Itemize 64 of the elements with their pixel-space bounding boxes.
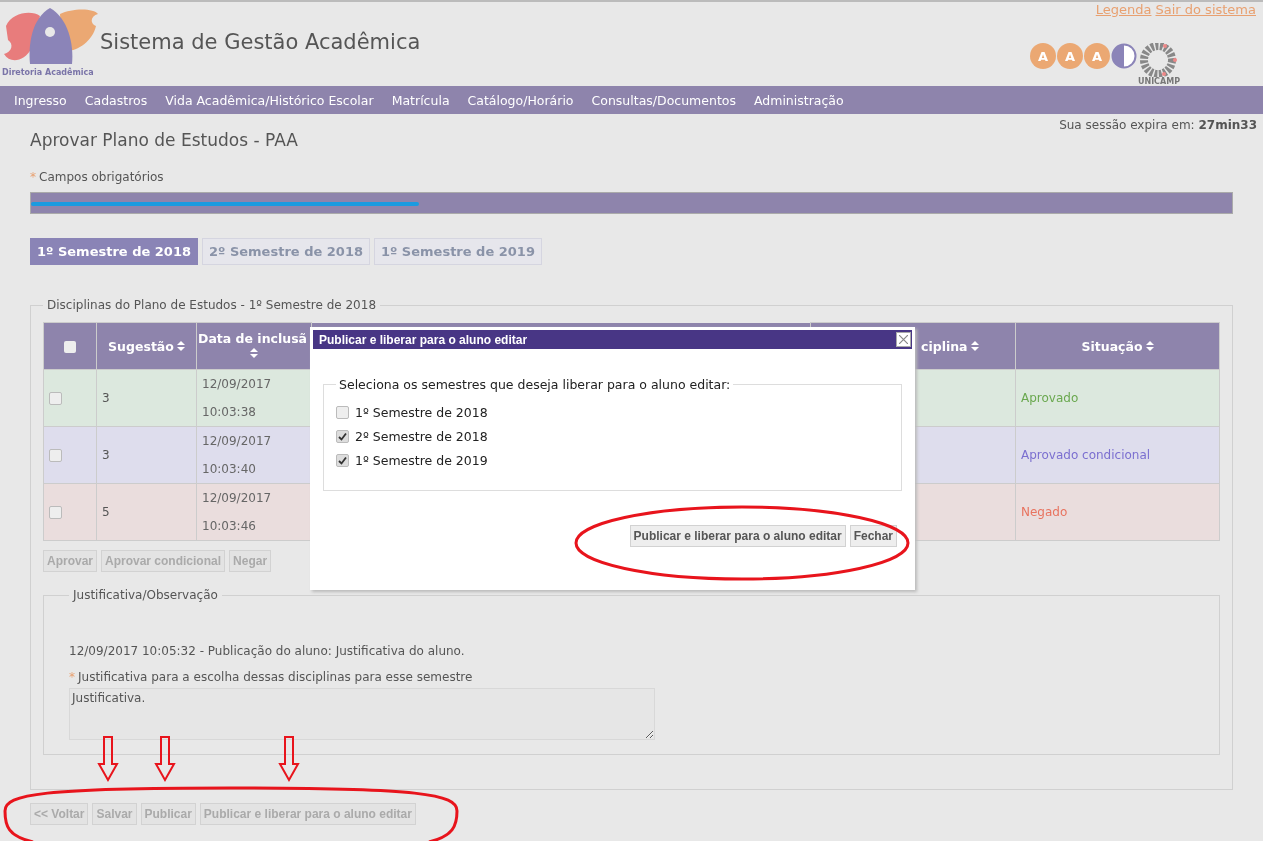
semester-checkbox[interactable] bbox=[336, 453, 349, 467]
sort-icon[interactable] bbox=[250, 348, 258, 358]
column-header[interactable]: ciplina bbox=[921, 338, 968, 354]
justification-textarea[interactable]: Justificativa. bbox=[69, 688, 655, 740]
logo-letter: A bbox=[1029, 43, 1056, 69]
nav-menu-item[interactable]: Catálogo/Horário bbox=[467, 92, 574, 108]
row-checkbox[interactable] bbox=[49, 506, 62, 519]
system-title: Sistema de Gestão Acadêmica bbox=[100, 30, 421, 54]
table-cell: 12/09/2017 10:03:40 bbox=[202, 434, 272, 476]
table-cell: 12/09/2017 10:03:38 bbox=[202, 377, 272, 419]
down-arrow-icon bbox=[154, 736, 176, 782]
logo-letter: A bbox=[1083, 43, 1110, 69]
status-text: Aprovado bbox=[1021, 391, 1079, 405]
ring-logo-icon bbox=[1138, 43, 1179, 77]
sort-icon[interactable] bbox=[970, 340, 979, 351]
nav-menu-item[interactable]: Administração bbox=[753, 92, 844, 108]
logo-caption: UNICAMP bbox=[1137, 77, 1180, 86]
close-button[interactable] bbox=[896, 332, 911, 347]
required-mark: * bbox=[69, 670, 75, 684]
fieldset-legend: Justificativa/Observação bbox=[69, 588, 222, 602]
required-note: Campos obrigatórios bbox=[39, 170, 164, 184]
semester-checkbox[interactable] bbox=[336, 429, 349, 443]
checkbox-label: 2º Semestre de 2018 bbox=[355, 428, 488, 444]
table-cell: 3 bbox=[102, 391, 110, 405]
semester-checkbox[interactable] bbox=[336, 405, 349, 419]
nav-menu-item[interactable]: Consultas/Documentos bbox=[591, 92, 736, 108]
header-link[interactable]: Sair do sistema bbox=[1155, 2, 1256, 17]
semester-tab[interactable]: 1º Semestre de 2019 bbox=[373, 238, 542, 265]
status-text: Negado bbox=[1021, 505, 1068, 519]
required-mark: * bbox=[30, 170, 36, 184]
nav-menu-item[interactable]: Cadastros bbox=[84, 92, 148, 108]
session-timer: Sua sessão expira em: 27min33 bbox=[1059, 118, 1257, 132]
select-all-checkbox[interactable] bbox=[64, 341, 76, 353]
table-cell: 12/09/2017 10:03:46 bbox=[202, 491, 272, 533]
fieldset-legend: Seleciona os semestres que deseja liberar para o aluno editar: bbox=[336, 377, 734, 392]
nav-menu-item[interactable]: Ingresso bbox=[14, 92, 67, 108]
page-title: Aprovar Plano de Estudos - PAA bbox=[30, 130, 299, 150]
logo-caption: Diretoria Acadêmica bbox=[2, 68, 94, 77]
header-link[interactable]: Legenda bbox=[1095, 2, 1152, 17]
sort-icon[interactable] bbox=[176, 340, 185, 351]
down-arrow-icon bbox=[97, 736, 119, 782]
column-header[interactable]: Situação bbox=[1081, 338, 1143, 354]
nav-menu-item[interactable]: Vida Acadêmica/Histórico Escolar bbox=[165, 92, 374, 108]
semester-tab[interactable]: 2º Semestre de 2018 bbox=[202, 238, 370, 265]
dialog-button[interactable]: Publicar e liberar para o aluno editar bbox=[629, 525, 846, 547]
logo-letter: A bbox=[1056, 43, 1083, 69]
nav-menu-item[interactable]: Matrícula bbox=[391, 92, 450, 108]
checkbox-label: 1º Semestre de 2018 bbox=[355, 404, 488, 420]
semester-tab[interactable]: 1º Semestre de 2018 bbox=[30, 238, 198, 265]
sort-icon[interactable] bbox=[1145, 340, 1154, 351]
down-arrow-icon bbox=[278, 736, 300, 782]
row-checkbox[interactable] bbox=[49, 392, 62, 405]
fieldset-legend: Disciplinas do Plano de Estudos - 1º Semestre de 2018 bbox=[43, 298, 380, 312]
field-label: Justificativa para a escolha dessas disciplinas para esse semestre bbox=[78, 670, 473, 684]
history-entry: 12/09/2017 10:05:32 - Publicação do aluno: Justificativa do aluno. bbox=[69, 644, 466, 658]
close-icon bbox=[899, 335, 908, 344]
table-cell: 3 bbox=[102, 448, 110, 462]
half-circle-icon bbox=[1110, 43, 1137, 69]
table-cell: 5 bbox=[102, 505, 110, 519]
status-text: Aprovado condicional bbox=[1021, 448, 1151, 462]
dialog-title: Publicar e liberar para o aluno editar bbox=[319, 332, 528, 347]
row-checkbox[interactable] bbox=[49, 449, 62, 462]
dialog-button[interactable]: Fechar bbox=[849, 525, 897, 547]
checkbox-label: 1º Semestre de 2019 bbox=[355, 452, 488, 468]
